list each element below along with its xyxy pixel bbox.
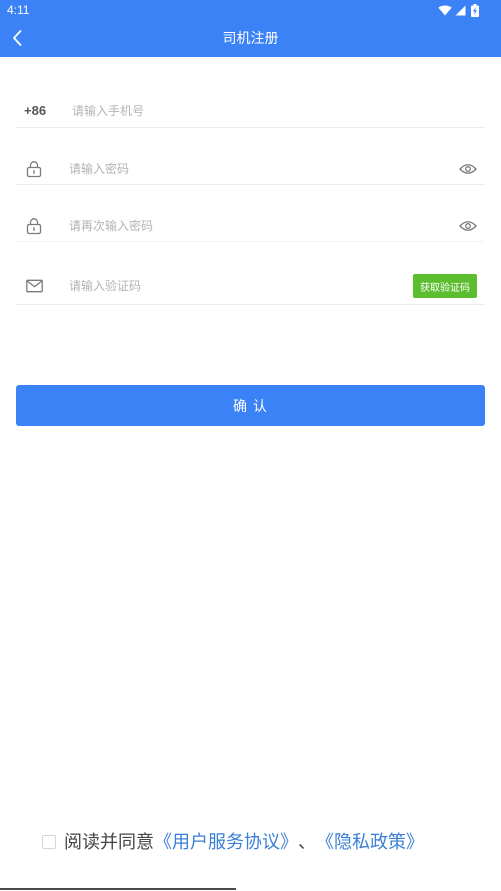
agreement-prefix: 阅读并同意 [64,832,154,852]
verify-code-row: 获取验证码 [16,268,485,305]
agreement-separator: 、 [298,832,316,852]
status-icons [438,3,479,17]
eye-icon [459,164,477,174]
phone-row: +86 [16,95,485,128]
battery-charging-icon [471,3,479,17]
mail-icon [26,279,43,293]
lock-icon [26,161,42,178]
confirm-password-row [16,211,485,242]
status-time: 4:11 [7,3,30,17]
confirm-password-input[interactable] [69,211,439,241]
privacy-policy-link[interactable]: 《隐私政策》 [316,831,424,853]
wifi-icon [438,5,452,16]
agreement: 阅读并同意 《用户服务协议》 、 《隐私政策》 [42,829,424,855]
page-title: 司机注册 [222,30,279,46]
get-verify-code-button[interactable]: 获取验证码 [413,274,477,298]
user-agreement-link[interactable]: 《用户服务协议》 [154,831,298,853]
back-button[interactable] [11,29,25,47]
bottom-indicator [0,888,236,890]
toggle-password-visibility[interactable] [459,163,477,175]
password-input[interactable] [69,154,439,184]
phone-input[interactable] [72,95,452,127]
verify-code-input[interactable] [69,268,389,304]
country-code: +86 [24,103,47,118]
top-bar: 4:11 司机注册 [0,0,501,57]
agreement-checkbox[interactable] [42,835,56,849]
eye-icon [459,221,477,231]
password-row [16,154,485,185]
driver-register-screen: 4:11 司机注册 +86 请输入手机号 请输入验证码 获取验证码 确 认 阅读… [0,0,501,891]
lock-icon [26,218,42,235]
confirm-button[interactable]: 确 认 [16,385,485,426]
signal-icon [455,5,466,16]
chevron-left-icon [13,30,22,46]
toggle-confirm-password-visibility[interactable] [459,220,477,232]
